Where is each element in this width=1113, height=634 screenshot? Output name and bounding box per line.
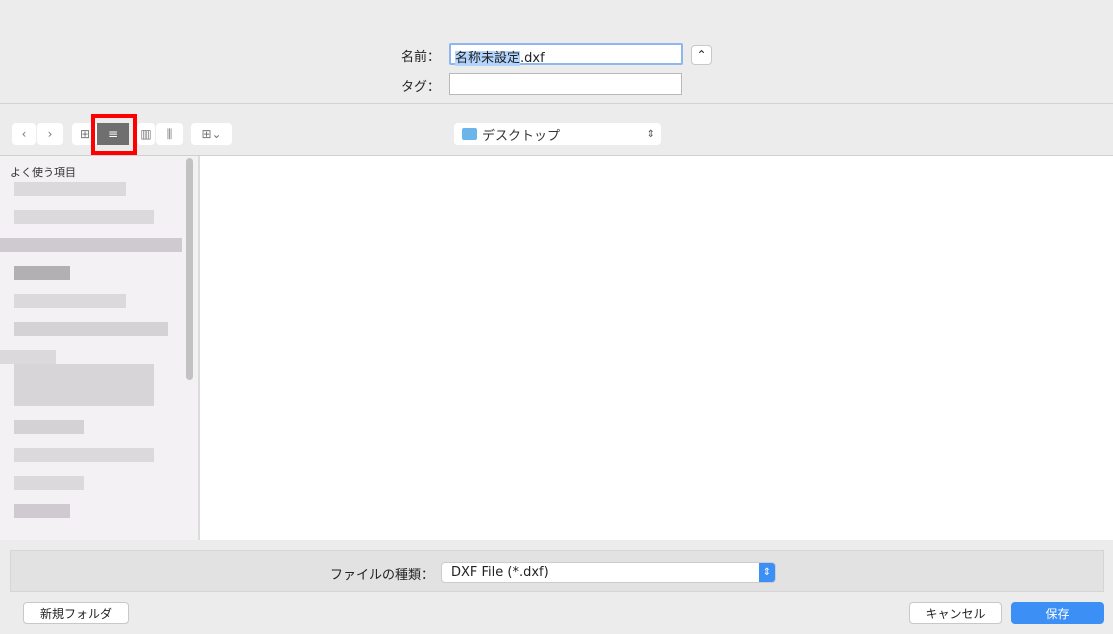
sidebar-heading: よく使う項目 bbox=[10, 166, 76, 179]
sidebar-item[interactable] bbox=[14, 420, 84, 434]
sidebar-item[interactable] bbox=[14, 210, 154, 224]
name-ext-text: .dxf bbox=[520, 51, 545, 66]
location-label: デスクトップ bbox=[482, 128, 561, 144]
sidebar-item[interactable] bbox=[14, 364, 154, 406]
tag-input[interactable] bbox=[449, 73, 682, 95]
filetype-select[interactable]: DXF File (*.dxf) ⇕ bbox=[441, 562, 776, 583]
folder-icon bbox=[462, 128, 477, 140]
coverflow-view-button[interactable]: ⫼ bbox=[156, 123, 183, 145]
sidebar-item[interactable] bbox=[14, 294, 126, 308]
sidebar-item[interactable] bbox=[14, 182, 126, 196]
name-selected-text: 名称未設定 bbox=[455, 51, 521, 66]
arrange-button[interactable]: ⊞⌄ bbox=[191, 123, 232, 145]
chevron-right-icon: › bbox=[47, 127, 53, 141]
sidebar-item[interactable] bbox=[14, 266, 70, 280]
collapse-button[interactable]: ⌃ bbox=[691, 45, 712, 65]
chevron-left-icon: ‹ bbox=[21, 127, 27, 141]
arrange-icon: ⊞⌄ bbox=[201, 127, 222, 141]
grid-icon: ⊞ bbox=[79, 127, 91, 141]
sidebar-scrollbar[interactable] bbox=[186, 158, 193, 380]
sidebar: よく使う項目 bbox=[0, 156, 198, 540]
tag-label: タグ： bbox=[400, 80, 440, 95]
save-button[interactable]: 保存 bbox=[1011, 602, 1104, 624]
sidebar-item[interactable] bbox=[0, 238, 182, 252]
back-button[interactable]: ‹ bbox=[12, 123, 36, 145]
columns-icon: ▥ bbox=[140, 127, 152, 141]
sidebar-item[interactable] bbox=[0, 350, 56, 364]
chevron-up-icon: ⌃ bbox=[696, 48, 707, 62]
updown-icon: ⇕ bbox=[646, 128, 655, 140]
sidebar-item[interactable] bbox=[14, 504, 70, 518]
sidebar-item[interactable] bbox=[14, 322, 168, 336]
sidebar-item[interactable] bbox=[14, 476, 84, 490]
filetype-label: ファイルの種類： bbox=[330, 568, 435, 583]
new-folder-button[interactable]: 新規フォルダ bbox=[23, 602, 129, 624]
name-input[interactable]: 名称未設定.dxf bbox=[449, 43, 683, 66]
column-view-button[interactable]: ▥ bbox=[137, 123, 155, 145]
highlight-box bbox=[91, 114, 137, 155]
filetype-value: DXF File (*.dxf) bbox=[451, 565, 549, 580]
cancel-button[interactable]: キャンセル bbox=[909, 602, 1002, 624]
updown-icon: ⇕ bbox=[759, 563, 775, 582]
file-list[interactable] bbox=[200, 156, 1113, 540]
name-label: 名前： bbox=[400, 50, 440, 65]
sidebar-item[interactable] bbox=[14, 448, 154, 462]
location-popup[interactable]: デスクトップ ⇕ bbox=[454, 123, 661, 145]
forward-button[interactable]: › bbox=[37, 123, 63, 145]
divider bbox=[0, 103, 1113, 104]
coverflow-icon: ⫼ bbox=[166, 126, 173, 141]
